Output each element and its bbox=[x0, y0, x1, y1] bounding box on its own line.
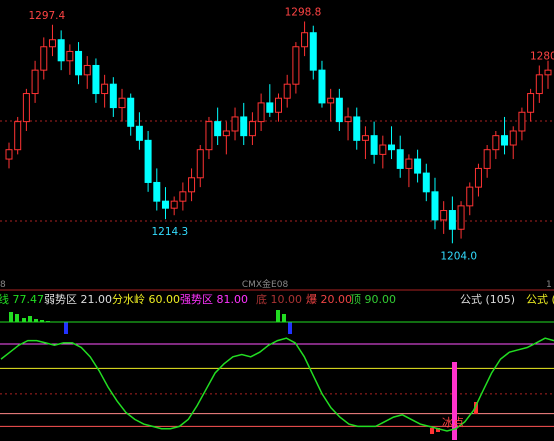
candle-body bbox=[353, 116, 361, 141]
candle-body bbox=[127, 97, 135, 127]
signal-bar bbox=[288, 322, 292, 334]
left-axis-tick: 8 bbox=[0, 280, 6, 290]
candle-body bbox=[457, 205, 465, 230]
signal-text: 冰点 bbox=[442, 416, 464, 429]
candle-body bbox=[222, 130, 230, 137]
candle-body bbox=[135, 125, 143, 141]
candle-body bbox=[92, 64, 100, 95]
price-label: 1204.0 bbox=[440, 250, 477, 262]
candle-body bbox=[161, 200, 169, 209]
candle-body bbox=[544, 69, 552, 76]
right-axis-tick: 1 bbox=[546, 280, 552, 290]
candle-body bbox=[518, 111, 526, 132]
price-label: 1297.4 bbox=[28, 10, 65, 22]
candle-body bbox=[188, 177, 196, 193]
symbol-label: CMX金E08 bbox=[242, 278, 289, 290]
candle-body bbox=[170, 200, 178, 209]
candle-body bbox=[527, 93, 535, 113]
indicator-line bbox=[0, 337, 554, 432]
signal-bar bbox=[282, 314, 286, 322]
candle-body bbox=[214, 121, 222, 137]
candle-body bbox=[118, 97, 126, 109]
candle-body bbox=[501, 135, 509, 146]
candles-group bbox=[5, 21, 552, 244]
candle-body bbox=[179, 191, 187, 202]
candle-body bbox=[388, 144, 396, 151]
legend-item: 分水岭 60.00 bbox=[112, 292, 180, 306]
candle-body bbox=[66, 50, 74, 62]
candle-body bbox=[248, 121, 256, 137]
signal-bar bbox=[276, 310, 280, 322]
candle-body bbox=[144, 139, 152, 183]
candle-body bbox=[509, 130, 517, 146]
candle-body bbox=[266, 102, 274, 113]
candle-body bbox=[283, 83, 291, 99]
candle-body bbox=[31, 69, 39, 95]
legend-item: 顶 90.00 bbox=[350, 293, 396, 306]
candle-body bbox=[22, 93, 30, 123]
legend-item: 爆 20.00 bbox=[306, 292, 352, 306]
candle-body bbox=[309, 32, 317, 71]
candle-body bbox=[492, 135, 500, 151]
signal-bar bbox=[28, 316, 32, 322]
signal-bar bbox=[9, 312, 13, 322]
legend-item: 弱势区 21.00 bbox=[44, 293, 112, 306]
candle-body bbox=[57, 39, 65, 62]
candle-body bbox=[205, 121, 213, 151]
candle-body bbox=[370, 135, 378, 155]
candle-body bbox=[292, 46, 300, 85]
candle-body bbox=[40, 46, 48, 71]
candle-body bbox=[257, 102, 265, 123]
candle-body bbox=[5, 149, 13, 160]
candle-body bbox=[153, 181, 161, 202]
candle-body bbox=[422, 172, 430, 193]
price-label: 1298.8 bbox=[285, 6, 322, 18]
candlestick-chart: 1297.4 1298.8 1214.3 1204.0 1280 8 CMX金E08 1… bbox=[0, 6, 554, 440]
candle-body bbox=[440, 210, 448, 221]
candle-body bbox=[535, 74, 543, 95]
signal-bar bbox=[22, 318, 26, 322]
signal-bar bbox=[64, 322, 68, 334]
candle-body bbox=[48, 39, 56, 48]
legend-item: 线 77.47 bbox=[0, 292, 44, 306]
candle-body bbox=[466, 186, 474, 207]
signal-bar bbox=[430, 428, 434, 434]
legend-item: 公式 (106 bbox=[526, 293, 554, 306]
candle-body bbox=[414, 158, 422, 174]
indicator-legend: 线 77.47 弱势区 21.00 分水岭 60.00 强势区 81.00 底 10.0… bbox=[0, 292, 554, 306]
candle-body bbox=[474, 167, 482, 188]
candle-body bbox=[405, 158, 413, 169]
legend-item: 底 10.00 bbox=[256, 292, 302, 306]
price-label: 1214.3 bbox=[151, 226, 188, 238]
candle-body bbox=[335, 97, 343, 123]
candle-body bbox=[301, 32, 309, 48]
price-labels-group: 1297.4 1298.8 1214.3 1204.0 1280 bbox=[28, 6, 554, 262]
candle-body bbox=[231, 116, 239, 132]
candle-body bbox=[275, 97, 282, 113]
legend-item: 强势区 81.00 bbox=[180, 293, 248, 306]
candle-body bbox=[318, 69, 326, 104]
candle-body bbox=[196, 149, 204, 179]
candle-body bbox=[101, 83, 109, 95]
candle-body bbox=[109, 83, 117, 109]
candle-body bbox=[483, 149, 491, 169]
candle-body bbox=[361, 135, 369, 141]
indicator-panel: 冰点 bbox=[0, 321, 554, 440]
candle-body bbox=[344, 116, 352, 123]
candle-body bbox=[396, 149, 404, 169]
candle-body bbox=[14, 121, 22, 151]
candle-body bbox=[327, 97, 335, 104]
price-label: 1280 bbox=[530, 50, 554, 62]
candle-body bbox=[448, 210, 456, 230]
legend-item: 公式 (105) bbox=[460, 293, 515, 306]
signal-bar bbox=[15, 314, 19, 322]
candle-body bbox=[83, 64, 91, 76]
candle-body bbox=[431, 191, 439, 221]
candle-body bbox=[75, 50, 83, 76]
candle-body bbox=[379, 144, 387, 155]
candle-body bbox=[240, 116, 248, 137]
